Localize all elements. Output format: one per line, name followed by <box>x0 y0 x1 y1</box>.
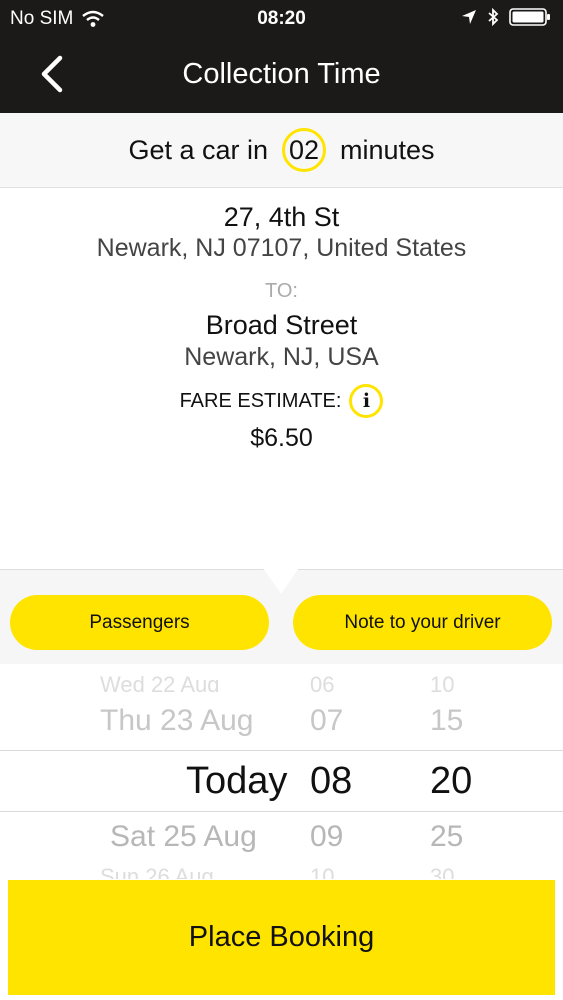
page-title: Collection Time <box>182 58 381 90</box>
picker-day-selected[interactable]: Today <box>186 751 287 811</box>
picker-day[interactable]: Thu 23 Aug <box>100 704 253 738</box>
picker-day[interactable]: Sat 25 Aug <box>110 820 257 854</box>
dropoff-street: Broad Street <box>205 310 358 340</box>
booking-options: Passengers Note to your driver <box>0 568 563 665</box>
location-arrow-icon <box>462 10 476 24</box>
picker-row-ghost-bottom: Sun 26 Aug 10 30 <box>0 864 563 879</box>
eta-suffix: minutes <box>340 134 435 165</box>
picker-minute[interactable]: 25 <box>430 820 463 854</box>
date-time-picker[interactable]: Wed 22 Aug 06 10 Thu 23 Aug 07 15 Today … <box>0 664 563 879</box>
picker-hour[interactable]: 10 <box>310 864 334 879</box>
eta-banner: Get a car in 02 minutes <box>0 113 563 188</box>
picker-hour[interactable]: 06 <box>310 672 334 692</box>
passengers-button[interactable]: Passengers <box>10 595 269 650</box>
eta-minutes-badge: 02 <box>282 128 326 172</box>
bluetooth-icon <box>488 8 499 26</box>
note-to-driver-button[interactable]: Note to your driver <box>293 595 552 650</box>
fare-estimate-value: $6.50 <box>250 424 313 452</box>
status-bar: No SIM 08:20 <box>0 0 563 36</box>
nav-bar: Collection Time <box>0 36 563 113</box>
dropoff-city: Newark, NJ, USA <box>184 343 379 371</box>
picker-minute[interactable]: 10 <box>430 672 454 692</box>
picker-minute-selected[interactable]: 20 <box>430 751 472 811</box>
picker-hour[interactable]: 09 <box>310 820 343 854</box>
eta-prefix: Get a car in <box>128 134 268 165</box>
picker-row-ghost-top: Wed 22 Aug 06 10 <box>0 672 563 692</box>
picker-day[interactable]: Wed 22 Aug <box>100 672 219 692</box>
fare-estimate-label: FARE ESTIMATE: <box>179 389 342 412</box>
picker-hour-selected[interactable]: 08 <box>310 751 352 811</box>
picker-minute[interactable]: 15 <box>430 704 463 738</box>
picker-row-selected: Today 08 20 <box>0 750 563 812</box>
info-icon[interactable]: i <box>349 384 384 418</box>
to-label: TO: <box>265 280 298 302</box>
picker-hour[interactable]: 07 <box>310 704 343 738</box>
battery-icon <box>509 8 550 26</box>
place-booking-button[interactable]: Place Booking <box>8 880 555 995</box>
trip-details: 27, 4th St Newark, NJ 07107, United Stat… <box>0 188 563 568</box>
pickup-city: Newark, NJ 07107, United States <box>96 234 467 262</box>
pointer-notch <box>263 568 299 594</box>
fare-estimate-row: FARE ESTIMATE: i <box>0 384 563 418</box>
picker-minute[interactable]: 30 <box>430 864 454 879</box>
picker-day[interactable]: Sun 26 Aug <box>100 864 214 879</box>
status-right <box>461 8 551 26</box>
pickup-street: 27, 4th St <box>223 202 340 232</box>
